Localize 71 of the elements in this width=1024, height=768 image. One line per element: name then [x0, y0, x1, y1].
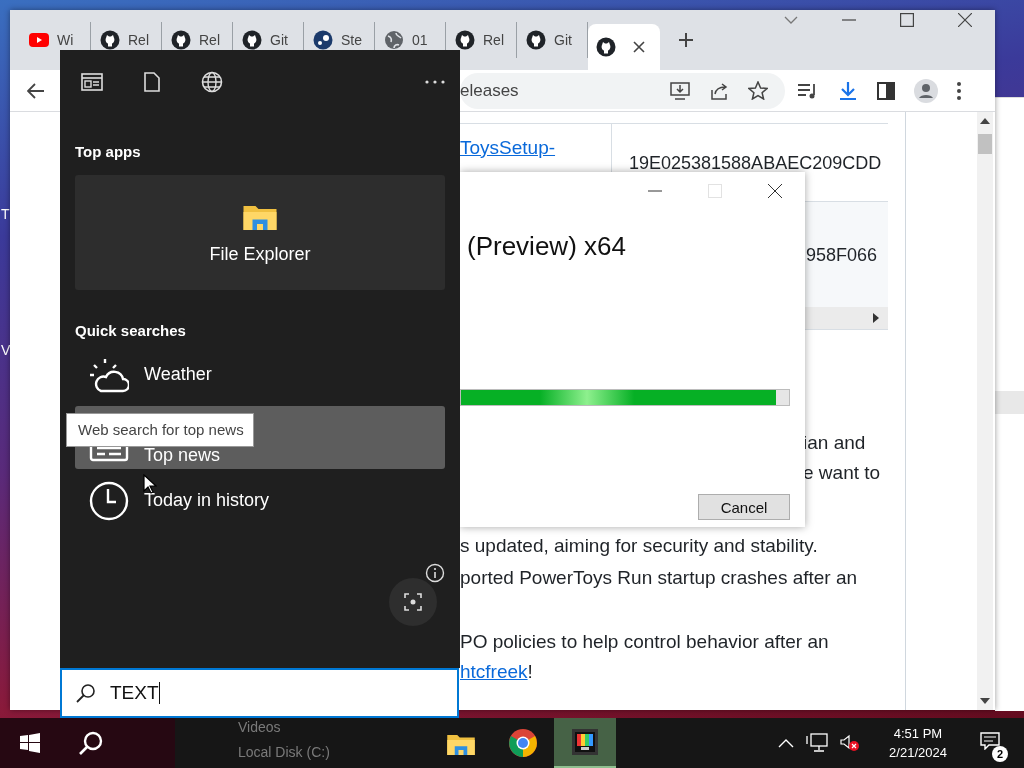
globe-icon [384, 30, 404, 50]
kebab-menu-icon[interactable] [957, 81, 961, 100]
quick-search-item[interactable]: Weather [75, 343, 445, 406]
cat-logo-icon [526, 30, 546, 50]
clock-date[interactable]: 2/21/2024 [889, 743, 947, 762]
color-bars-icon [572, 729, 598, 755]
chevron-down-icon[interactable] [784, 16, 798, 24]
news-filter-icon[interactable] [81, 73, 103, 91]
section-heading: Quick searches [75, 323, 187, 339]
install-icon[interactable] [670, 81, 690, 100]
background-window-text: Local Disk (C:) [238, 742, 331, 762]
clock-time[interactable]: 4:51 PM [893, 724, 943, 743]
network-icon[interactable] [806, 733, 828, 753]
chevron-up-icon[interactable] [778, 738, 794, 748]
link[interactable]: htcfreek [460, 661, 528, 682]
browser-tab[interactable] [588, 24, 660, 70]
back-arrow-icon[interactable] [27, 82, 45, 99]
video-play-icon [29, 33, 49, 47]
paragraph: ported PowerToys Run startup crashes after an [460, 566, 859, 590]
quick-search-item[interactable]: Today in history [75, 469, 445, 532]
hash-text: 958F066 [806, 244, 879, 267]
side-panel-icon[interactable] [877, 81, 895, 100]
dialog-title: (Preview) x64 [466, 230, 627, 263]
scrollbar-thumb[interactable] [978, 134, 992, 154]
profile-avatar-icon[interactable] [914, 78, 938, 103]
info-icon[interactable] [425, 563, 445, 583]
paragraph: PO policies to help control behavior after an htcfreek! [460, 630, 830, 684]
address-bar[interactable]: eleases [460, 72, 785, 109]
hash-text: 19E025381588ABAEC209CDD [629, 152, 883, 175]
close-icon[interactable] [633, 41, 645, 53]
clock-icon [89, 480, 129, 521]
windows-logo-icon[interactable] [20, 733, 40, 753]
globe-icon[interactable] [201, 71, 223, 93]
file-link[interactable]: ToysSetup- [460, 137, 556, 158]
app-tile[interactable]: File Explorer [75, 175, 445, 290]
share-icon[interactable] [709, 81, 729, 100]
desktop-icon-label: V [1, 341, 11, 359]
scroll-up-icon[interactable] [980, 118, 990, 124]
browser-tab[interactable]: Git [517, 22, 588, 58]
document-icon[interactable] [144, 72, 160, 92]
cat-logo-icon [455, 30, 475, 50]
chrome-logo-icon [508, 728, 538, 758]
search-icon[interactable] [78, 730, 104, 756]
speaker-muted-icon[interactable] [840, 734, 860, 752]
paragraph: s updated, aiming for security and stability. [460, 534, 819, 558]
taskbar-app[interactable] [554, 718, 616, 768]
tooltip: Web search for top news [66, 413, 254, 447]
scroll-right-icon[interactable] [873, 313, 879, 323]
desktop-icon-label: T [1, 205, 11, 223]
maximize-icon[interactable] [900, 13, 914, 27]
cursor-icon [143, 474, 157, 494]
steam-logo-icon [313, 30, 333, 50]
sun-cloud-icon [89, 356, 129, 393]
search-icon [76, 683, 96, 703]
cancel-button[interactable]: Cancel [698, 494, 790, 520]
vertical-scrollbar[interactable] [977, 112, 993, 710]
search-field[interactable]: TEXT [60, 668, 459, 718]
more-icon[interactable] [425, 80, 445, 84]
scroll-down-icon[interactable] [980, 698, 990, 704]
plus-icon[interactable] [678, 32, 694, 48]
download-icon[interactable] [838, 80, 858, 101]
close-icon[interactable] [958, 13, 972, 27]
cat-logo-icon [596, 37, 616, 57]
notification-icon[interactable] [980, 732, 1000, 750]
background-window-text: Videos [238, 717, 282, 737]
visual-search-icon[interactable] [404, 593, 422, 611]
visual-search-button[interactable] [389, 578, 437, 626]
section-heading: Top apps [75, 144, 142, 160]
close-icon[interactable] [768, 184, 782, 198]
notification-count: 2 [992, 746, 1008, 762]
star-icon[interactable] [748, 81, 768, 100]
